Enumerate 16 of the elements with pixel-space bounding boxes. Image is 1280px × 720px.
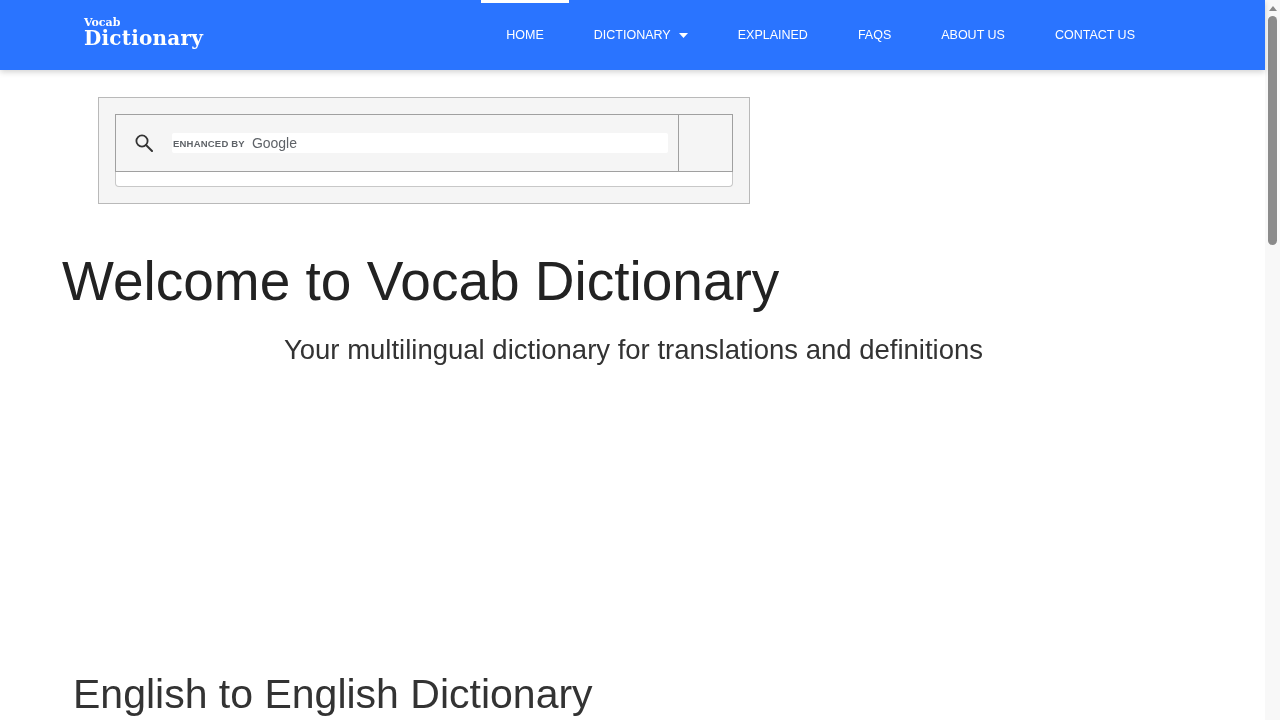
section-heading: English to English Dictionary: [73, 672, 593, 716]
page-subtitle: Your multilingual dictionary for translations and definitions: [282, 334, 984, 366]
caret-icon[interactable]: [678, 32, 688, 38]
search-field[interactable]: ENHANCED BY Google: [172, 133, 668, 153]
nav-link[interactable]: ABOUT US: [916, 0, 1030, 70]
search-icon: [135, 134, 153, 152]
scroll-up-arrow-icon[interactable]: [1268, 6, 1277, 11]
page-title: Welcome to Vocab Dictionary: [62, 249, 780, 313]
nav-link[interactable]: HOME: [481, 0, 569, 70]
nav-link[interactable]: FAQS: [832, 0, 917, 70]
nav-link[interactable]: EXPLAINED: [712, 0, 833, 70]
scrollbar-thumb[interactable]: [1268, 16, 1277, 245]
nav-link[interactable]: DICTIONARY: [568, 0, 713, 70]
logo-link[interactable]: Vocab Dictionary: [84, 17, 203, 49]
scrollbar[interactable]: [1265, 0, 1280, 720]
nav-link[interactable]: CONTACT US: [1029, 0, 1160, 70]
